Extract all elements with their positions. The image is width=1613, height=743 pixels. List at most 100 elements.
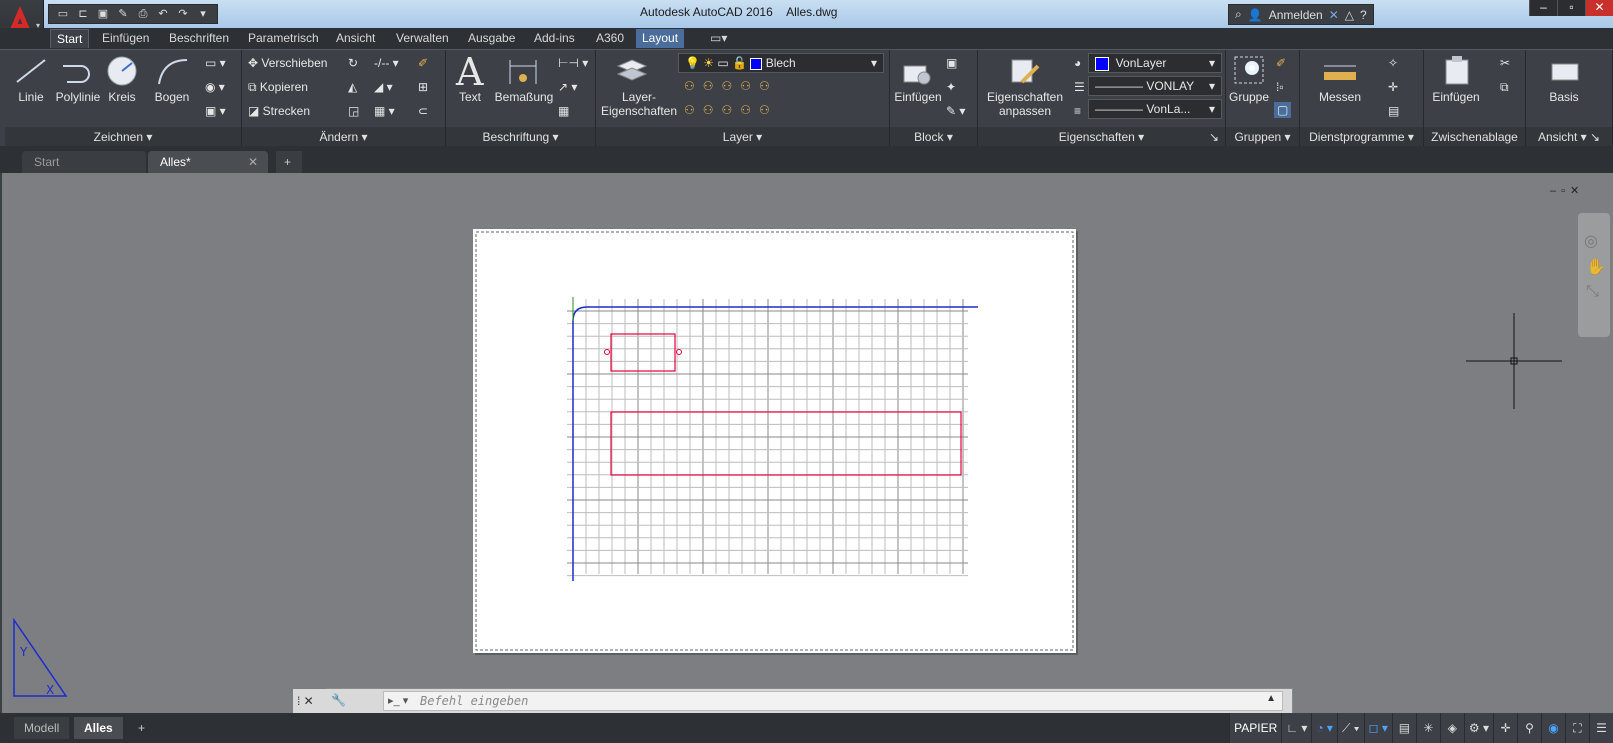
isolate-icon[interactable]: ◉ (1541, 713, 1565, 743)
tab-addins[interactable]: Add-ins (528, 29, 581, 48)
tab-beschriften[interactable]: Beschriften (163, 29, 235, 48)
tool-bemassung[interactable]: Bemaßung (494, 90, 554, 104)
linetype-dropdown[interactable]: ———— VONLAY ▾ (1088, 76, 1222, 96)
tool-kreis[interactable]: Kreis (103, 90, 141, 104)
create-block-icon[interactable]: ▣ (946, 56, 957, 70)
signin-label[interactable]: Anmelden (1269, 8, 1323, 22)
mirror-icon[interactable]: ◭ (348, 80, 357, 94)
tab-modell[interactable]: Modell (14, 717, 70, 739)
edit-block-icon[interactable]: ✦ (946, 80, 956, 94)
tab-verwalten[interactable]: Verwalten (390, 29, 455, 48)
polar-icon[interactable]: ◔ ▾ (1311, 713, 1337, 743)
ungroup-icon[interactable]: ✐ (1276, 56, 1286, 70)
osnap-icon[interactable]: ◻ ▾ (1363, 713, 1392, 743)
tool-block-einfuegen[interactable]: Einfügen (890, 90, 946, 104)
tool-messen[interactable]: Messen (1312, 90, 1368, 104)
annotation-visibility-icon[interactable]: ◈ (1439, 713, 1464, 743)
workspace-icon[interactable]: ⚙ ▾ (1463, 713, 1493, 743)
point-icon[interactable]: ✛ (1388, 80, 1398, 94)
paper-space-toggle[interactable]: PAPIER (1229, 713, 1281, 743)
attribute-icon[interactable]: ✎ ▾ (946, 104, 965, 118)
redo-icon[interactable]: ↷ (175, 7, 191, 21)
user-icon[interactable]: 👤 (1248, 8, 1263, 22)
tool-verschieben[interactable]: ✥ Verschieben (248, 56, 327, 70)
customize-status-icon[interactable]: ☰ (1589, 713, 1613, 743)
panel-label-zwischenablage[interactable]: Zwischenablage (1424, 127, 1525, 147)
tool-text[interactable]: Text (452, 90, 488, 104)
tab-ansicht[interactable]: Ansicht (330, 29, 381, 48)
explode-icon[interactable]: ⊞ (418, 80, 428, 94)
viewport-controls[interactable]: –▫✕ (1550, 184, 1584, 197)
steeringwheel-icon[interactable]: ◎ (1584, 231, 1598, 251)
group-select-icon[interactable]: ▢ (1274, 102, 1292, 118)
save-icon[interactable]: ▣ (95, 7, 111, 21)
tab-a360[interactable]: A360 (590, 29, 630, 48)
cmd-close-icon[interactable]: ⁞ ✕ (293, 689, 327, 713)
tab-start[interactable]: Start (50, 29, 90, 48)
panel-label-gruppen[interactable]: Gruppen ▾ (1226, 127, 1299, 147)
tool-kopieren[interactable]: ⧉ Kopieren (248, 80, 308, 95)
tool-linie[interactable]: Linie (11, 90, 51, 104)
panel-label-ansicht[interactable]: Ansicht ▾ ↘ (1526, 127, 1612, 147)
exchange-icon[interactable]: ✕ (1329, 8, 1339, 22)
zoom-extents-icon[interactable]: ⤡ (1586, 283, 1599, 301)
tool-strecken[interactable]: ◪ Strecken (248, 104, 310, 118)
doctab-start[interactable]: Start (22, 151, 146, 173)
table-icon[interactable]: ▦ (558, 104, 569, 118)
tool-gruppe[interactable]: Gruppe (1226, 90, 1272, 104)
open-icon[interactable]: ⊏ (75, 7, 91, 21)
saveas-icon[interactable]: ✎ (115, 7, 131, 21)
restore-icon[interactable]: ▫ (1557, 0, 1585, 16)
tab-parametrisch[interactable]: Parametrisch (242, 29, 325, 48)
command-input[interactable]: ▸_ ▾ Befehl eingeben ▲ (383, 691, 1283, 711)
clean-screen-icon[interactable]: ⛶ (1565, 713, 1589, 743)
linear-dim-icon[interactable]: ⊢⊣ ▾ (558, 56, 588, 70)
fillet-icon[interactable]: ◢ ▾ (374, 80, 393, 94)
panel-label-beschriftung[interactable]: Beschriftung ▾ (446, 127, 595, 147)
panel-label-eigenschaften[interactable]: Eigenschaften ▾ ↘ (978, 127, 1225, 147)
hatch-icon[interactable]: ◉ ▾ (205, 80, 225, 94)
calculator-icon[interactable]: ▤ (1388, 104, 1399, 118)
ortho-icon[interactable]: ∟ ▾ (1281, 713, 1311, 743)
cut-icon[interactable]: ✂ (1500, 56, 1510, 70)
lineweight-toggle-icon[interactable]: ▤ (1391, 713, 1416, 743)
add-layout-icon[interactable]: + (130, 717, 153, 739)
new-icon[interactable]: ▭ (55, 7, 71, 21)
close-tab-icon[interactable]: ✕ (248, 151, 258, 173)
cmd-settings-icon[interactable]: 🔧 (331, 693, 346, 707)
tool-bogen[interactable]: Bogen (149, 90, 195, 104)
plot-icon[interactable]: ⎙ (135, 7, 151, 21)
offset-icon[interactable]: ⊂ (418, 104, 428, 118)
annotation-scale-icon[interactable]: ✳ (1415, 713, 1440, 743)
cmd-history-icon[interactable]: ▲ (1266, 693, 1276, 704)
isodraft-icon[interactable]: ⟋ ▾ (1336, 713, 1364, 743)
tool-polylinie[interactable]: Polylinie (49, 90, 107, 104)
tab-einfuegen[interactable]: Einfügen (96, 29, 155, 48)
scale-icon[interactable]: ◲ (348, 104, 359, 118)
tab-alles[interactable]: Alles (74, 717, 123, 739)
rotate-icon[interactable]: ↻ (348, 56, 358, 70)
array-icon[interactable]: ▦ ▾ (374, 104, 395, 118)
tab-overflow-icon[interactable]: ▭▾ (704, 29, 733, 48)
binoculars-icon[interactable]: ⌕ (1235, 7, 1242, 22)
layer-dropdown[interactable]: 💡 ☀ ▭ 🔓 Blech ▾ (678, 53, 884, 73)
doctab-alles[interactable]: Alles* ✕ (148, 151, 268, 173)
new-tab-icon[interactable]: + (276, 151, 302, 173)
quick-select-icon[interactable]: ✧ (1388, 56, 1398, 70)
panel-label-layer[interactable]: Layer ▾ (596, 127, 889, 147)
lineweight-dropdown[interactable]: ———— VonLa... ▾ (1088, 99, 1222, 119)
tab-layout[interactable]: Layout (636, 29, 685, 48)
panel-label-zeichnen[interactable]: Zeichnen ▾ (5, 127, 241, 147)
rectangle-icon[interactable]: ▭ ▾ (205, 56, 226, 70)
help-icon[interactable]: ? (1360, 8, 1367, 22)
navigation-bar[interactable]: ◎ ✋ ⤡ (1578, 213, 1610, 337)
layer-tools-row1[interactable]: ⚇⚇⚇⚇⚇ (684, 79, 778, 93)
trim-icon[interactable]: -/-- ▾ (374, 56, 399, 70)
tool-basis[interactable]: Basis (1536, 90, 1592, 104)
tool-eigenschaften-anpassen[interactable]: Eigenschaften anpassen (978, 90, 1072, 118)
group-edit-icon[interactable]: ⁞▫ (1276, 80, 1284, 94)
panel-label-dienstprogramme[interactable]: Dienstprogramme ▾ (1300, 127, 1423, 147)
pan-icon[interactable]: ✋ (1586, 257, 1606, 277)
tab-ausgabe[interactable]: Ausgabe (462, 29, 521, 48)
region-icon[interactable]: ▣ ▾ (205, 104, 226, 118)
